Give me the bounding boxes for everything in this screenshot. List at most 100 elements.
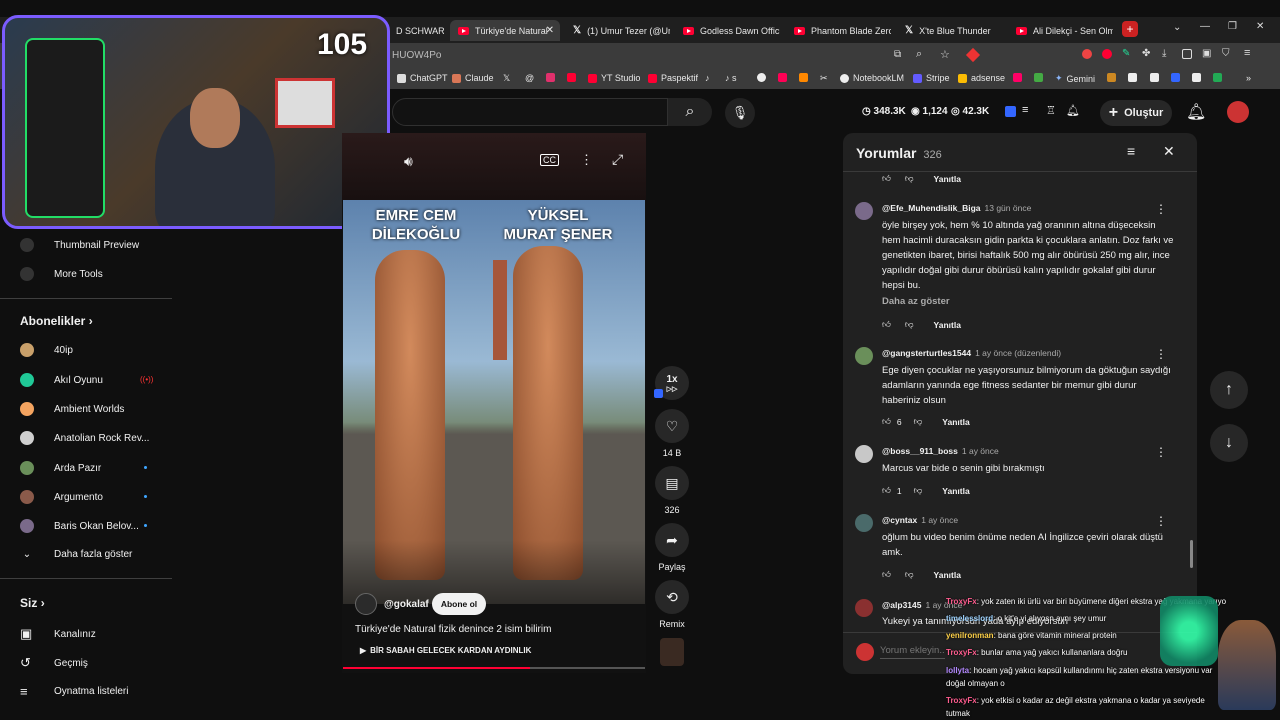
menu-icon[interactable]: ≡ (1244, 47, 1250, 59)
bookmark-x[interactable]: 𝕏 (503, 73, 510, 84)
thumb-up-icon[interactable]: 👍︎ (882, 416, 891, 427)
extension-icon[interactable] (1005, 106, 1016, 117)
list-icon[interactable]: ≡ (1022, 104, 1028, 116)
captions-icon[interactable]: CC (540, 154, 559, 166)
browser-tab[interactable]: 𝕏 (1) Umur Tezer (@Um (565, 20, 670, 41)
youtube-extension-icon[interactable] (1102, 49, 1112, 59)
bookmark-notebooklm[interactable]: NotebookLM (840, 73, 904, 83)
browser-tab[interactable]: Godless Dawn Official (675, 20, 780, 41)
bookmark-icon-item[interactable] (799, 73, 812, 82)
sidebar-item-sub[interactable]: Argumento (20, 490, 103, 504)
bookmark-star-icon[interactable]: ☆ (940, 48, 950, 61)
comment-author[interactable]: @cyntax (882, 515, 917, 525)
mic-icon[interactable]: 🎙 (725, 98, 755, 128)
trophy-icon[interactable]: ♖ (1046, 104, 1056, 117)
thumb-down-icon[interactable]: 👎︎ (905, 319, 914, 330)
scrollbar-thumb[interactable] (1190, 540, 1193, 568)
comment-more-icon[interactable]: ⋮ (1155, 347, 1167, 361)
wallet-icon[interactable]: ▣ (1202, 48, 1211, 59)
close-tab-icon[interactable]: ✕ (546, 25, 554, 36)
share-button[interactable]: ➦ (655, 523, 689, 557)
open-in-icon[interactable]: ⧉ (894, 49, 901, 60)
sort-icon[interactable]: ≡ (1127, 143, 1135, 159)
bookmark-icon-item[interactable] (1107, 73, 1120, 82)
progress-track[interactable] (343, 667, 645, 669)
thumb-down-icon[interactable]: 👎︎ (914, 416, 923, 427)
bell-small-icon[interactable]: 🔔︎ (1066, 104, 1080, 117)
show-less-button[interactable]: Daha az göster (882, 294, 1174, 309)
new-tab-button[interactable]: + (1122, 21, 1138, 37)
sidebar-item-sub[interactable]: Arda Pazır (20, 461, 101, 475)
short-title[interactable]: Türkiye'de Natural fizik denince 2 isim … (355, 624, 551, 635)
thumb-up-icon[interactable]: 👍︎ (882, 569, 891, 580)
bookmark-icon-item[interactable] (1013, 73, 1026, 82)
extension-icon[interactable] (965, 47, 981, 63)
comment-author[interactable]: @boss__911_boss (882, 446, 958, 456)
search-icon[interactable]: ⌕ (668, 98, 712, 126)
you-header[interactable]: Siz › (20, 596, 45, 610)
bookmark-paspektif[interactable]: Paspektif (648, 73, 698, 83)
scroll-up-button[interactable]: ↑ (1210, 371, 1248, 409)
bookmark-adsense[interactable]: adsense (958, 73, 1005, 83)
bookmark-claude[interactable]: Claude (452, 73, 494, 83)
short-video[interactable]: EMRE CEM DİLEKOĞLU YÜKSEL MURAT ŞENER (343, 200, 645, 604)
comment-author[interactable]: @gangsterturtles1544 (882, 348, 971, 358)
more-options-icon[interactable]: ⋮ (580, 152, 593, 168)
bookmark-icon-item[interactable] (1150, 73, 1163, 82)
scroll-down-button[interactable]: ↓ (1210, 424, 1248, 462)
search-input[interactable] (392, 98, 668, 126)
comment-avatar[interactable] (855, 202, 873, 220)
tab-list-icon[interactable]: ⌄ (1173, 22, 1181, 33)
download-icon[interactable]: ⤓ (1162, 48, 1166, 59)
bookmark-icon-item[interactable] (1128, 73, 1141, 82)
browser-tab[interactable]: D SCHWARZE (388, 20, 444, 41)
thumb-down-icon[interactable]: 👎︎ (914, 485, 923, 496)
like-button[interactable]: ♡ (655, 409, 689, 443)
sidebar-item-history[interactable]: ↺ Geçmiş (20, 655, 88, 671)
subscribe-button[interactable]: Abone ol (432, 593, 486, 615)
sidebar-item-sub[interactable]: Baris Okan Belov... (20, 519, 139, 533)
avatar[interactable] (1227, 101, 1249, 123)
bookmark-icon-item[interactable] (778, 73, 791, 82)
sidebar-item-sub[interactable]: Akıl Oyunu (20, 373, 103, 387)
thumb-up-icon[interactable]: 👍︎ (882, 173, 891, 184)
music-row[interactable]: ▶ BİR SABAH GELECEK KARDAN AYDINLIK (360, 646, 531, 655)
comment-more-icon[interactable]: ⋮ (1155, 445, 1167, 459)
bookmark-icon-item[interactable] (757, 73, 770, 82)
sidebar-item-sub[interactable]: Ambient Worlds (20, 402, 124, 416)
close-window-icon[interactable]: ✕ (1256, 21, 1264, 32)
reply-button[interactable]: Yanıtla (942, 486, 969, 496)
puzzle-icon[interactable]: ✤ (1142, 48, 1150, 59)
thumb-up-icon[interactable]: 👍︎ (882, 485, 891, 496)
vpn-icon[interactable]: ⛉ (1222, 48, 1230, 59)
volume-icon[interactable]: 🔊︎ (404, 153, 413, 170)
browser-tab[interactable]: 𝕏 X'te Blue Thunder (897, 20, 1002, 41)
bookmark-tiktok[interactable]: ♪ (705, 73, 710, 83)
reply-button[interactable]: Yanıtla (942, 417, 969, 427)
bookmark-icon-item[interactable] (1034, 73, 1047, 82)
bookmark-gemini[interactable]: ✦ Gemini (1055, 73, 1095, 84)
bookmark-chatgpt[interactable]: ChatGPT (397, 73, 448, 83)
comment-avatar[interactable] (855, 599, 873, 617)
thumb-down-icon[interactable]: 👎︎ (905, 173, 914, 184)
bookmark-icon-item[interactable] (1213, 73, 1226, 82)
fullscreen-icon[interactable]: ⤢ (612, 151, 623, 168)
notifications-icon[interactable]: 🔔︎ (1186, 102, 1206, 122)
bookmark-youtube[interactable] (567, 73, 580, 82)
bookmark-icon-item[interactable]: ✂ (820, 73, 828, 84)
subscriptions-header[interactable]: Abonelikler › (20, 314, 93, 328)
create-button[interactable]: + Oluştur (1100, 100, 1172, 126)
bookmark-stripe[interactable]: Stripe (913, 73, 950, 83)
sidebar-item-sub[interactable]: 40ip (20, 343, 73, 357)
comments-button[interactable]: ▤ (655, 466, 689, 500)
comment-avatar[interactable] (855, 514, 873, 532)
comment-more-icon[interactable]: ⋮ (1155, 202, 1167, 216)
bookmark-tiktok-s[interactable]: ♪ s (725, 73, 737, 83)
browser-tab-active[interactable]: Türkiye'de Natural ✕ (450, 20, 560, 41)
browser-tab[interactable]: Phantom Blade Zero (786, 20, 891, 41)
bookmark-threads[interactable]: @ (525, 73, 534, 83)
url-field[interactable]: HUOW4Po (392, 50, 441, 61)
extension-icon[interactable] (1082, 49, 1092, 59)
sidebar-item-thumbnail-preview[interactable]: Thumbnail Preview (20, 238, 139, 252)
sidebar-item-playlists[interactable]: ≡ Oynatma listeleri (20, 684, 128, 699)
